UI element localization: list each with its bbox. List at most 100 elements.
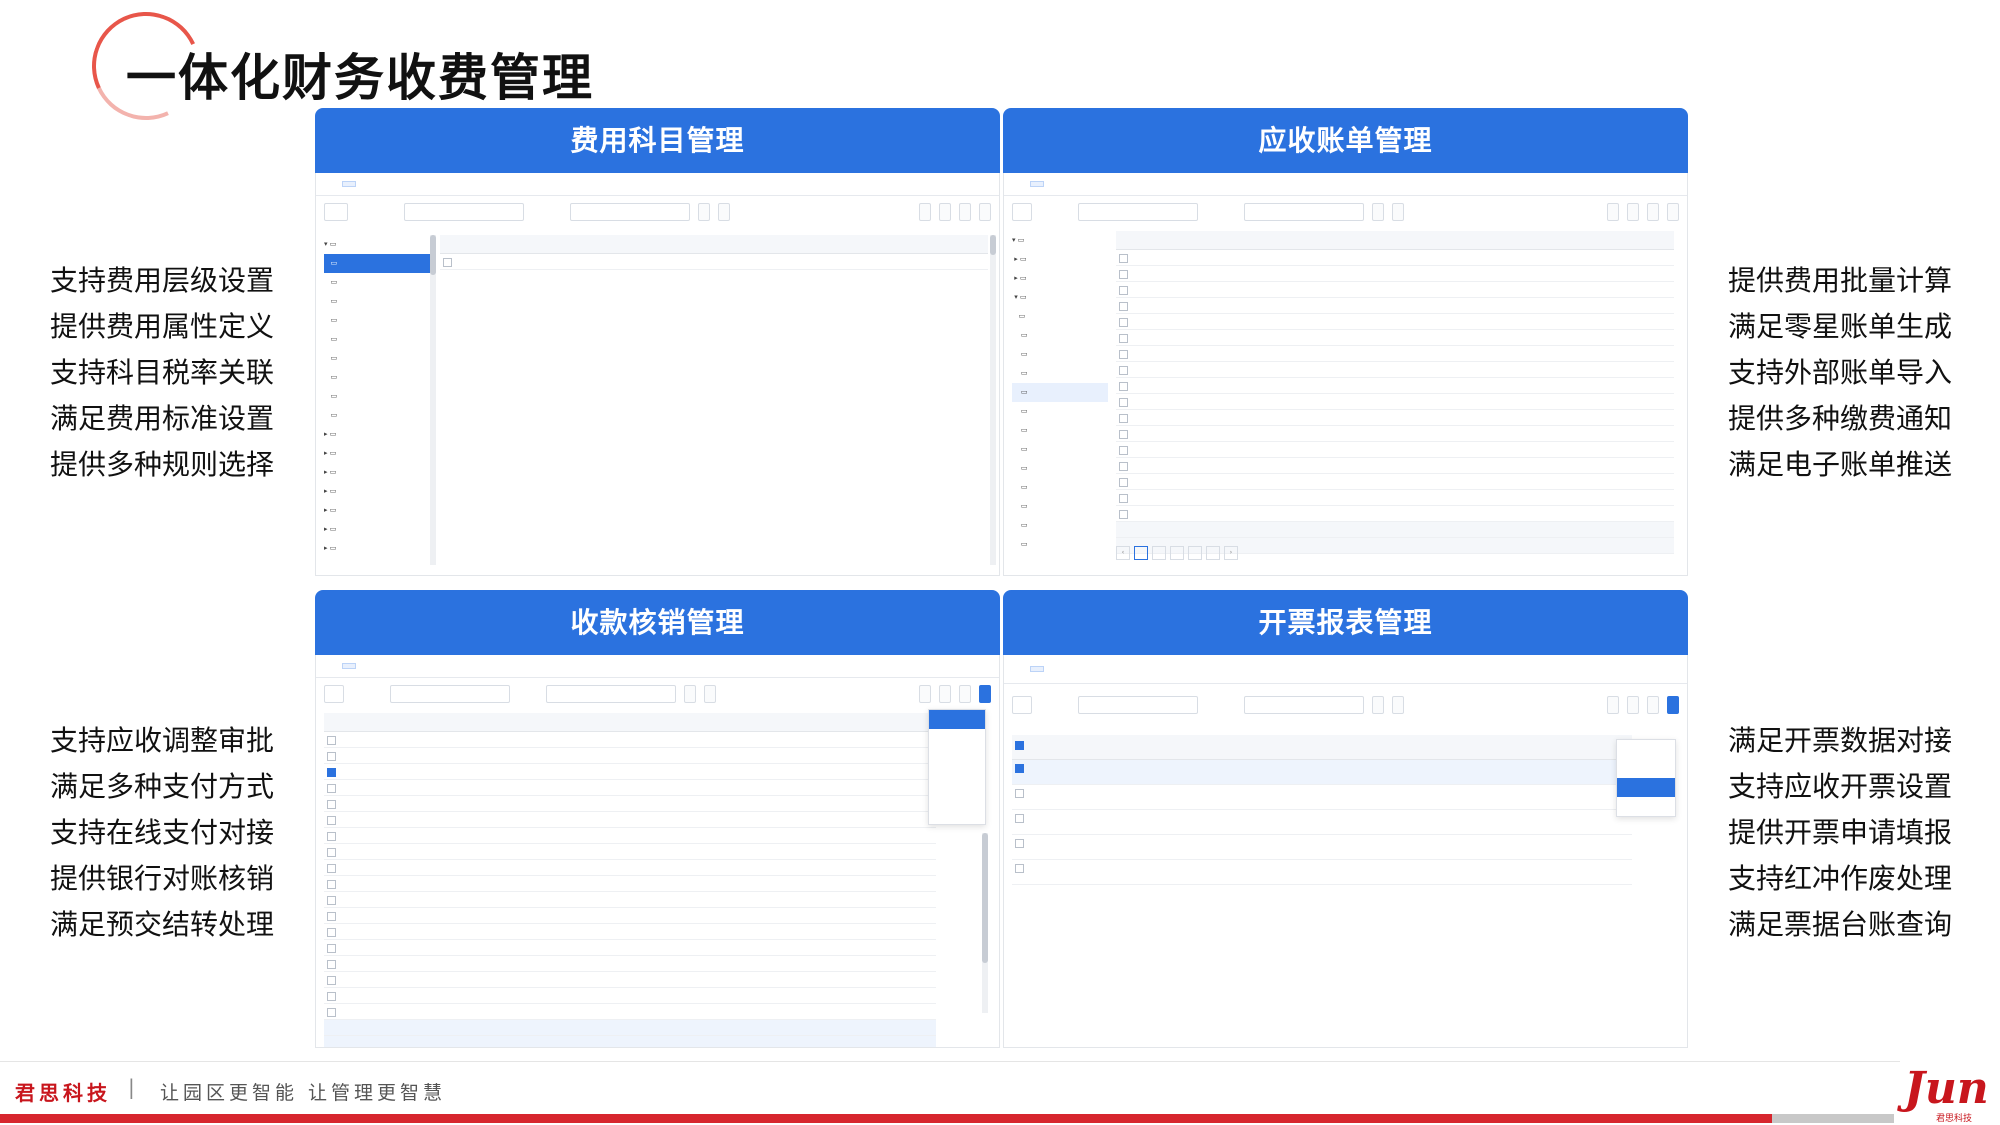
table-row[interactable] xyxy=(324,876,936,892)
filter-input[interactable] xyxy=(570,203,690,221)
table-scrollbar[interactable] xyxy=(982,833,988,1013)
tree-node[interactable]: ▸ ▭ xyxy=(324,463,430,482)
refresh-icon[interactable] xyxy=(1012,696,1032,714)
table-row[interactable] xyxy=(324,892,936,908)
table-row[interactable] xyxy=(1116,490,1674,506)
tree-node[interactable]: ▭ xyxy=(1012,516,1108,535)
actions-menu-button[interactable] xyxy=(1667,696,1679,714)
tree-node-selected[interactable]: ▭ xyxy=(324,254,430,273)
tab-home[interactable] xyxy=(1012,182,1024,186)
table-row[interactable] xyxy=(324,796,936,812)
reset-button[interactable] xyxy=(1392,696,1404,714)
dropdown-item[interactable] xyxy=(929,805,985,824)
tree-node[interactable]: ▭ xyxy=(1012,326,1108,345)
table-row[interactable] xyxy=(1012,810,1632,835)
table-row[interactable] xyxy=(1116,346,1674,362)
tab-active[interactable] xyxy=(1030,181,1044,187)
table-row[interactable] xyxy=(1116,426,1674,442)
tree-node[interactable]: ▸ ▭ xyxy=(324,520,430,539)
refresh-icon[interactable] xyxy=(324,685,344,703)
table-row[interactable] xyxy=(1012,785,1632,810)
table-row[interactable] xyxy=(1116,250,1674,266)
page-button[interactable] xyxy=(1134,546,1148,560)
table-row[interactable] xyxy=(324,828,936,844)
dropdown-item[interactable] xyxy=(929,710,985,729)
table-row[interactable] xyxy=(324,764,936,780)
next-page-button[interactable]: › xyxy=(1224,546,1238,560)
tree-node[interactable]: ▾ ▭ xyxy=(1012,288,1108,307)
table-row[interactable] xyxy=(324,940,936,956)
edit-button[interactable] xyxy=(939,203,951,221)
table-row[interactable] xyxy=(324,860,936,876)
delete-button[interactable] xyxy=(959,685,971,703)
tab-active[interactable] xyxy=(1030,666,1044,672)
dropdown-item[interactable] xyxy=(1617,778,1675,797)
tab-active[interactable] xyxy=(342,663,356,669)
table-row[interactable] xyxy=(324,1004,936,1020)
filter-input[interactable] xyxy=(1244,203,1364,221)
table-row[interactable] xyxy=(324,748,936,764)
tree-node[interactable]: ▭ xyxy=(1012,307,1108,326)
dropdown-item[interactable] xyxy=(929,786,985,805)
tree-node[interactable]: ▭ xyxy=(1012,402,1108,421)
tree-node[interactable]: ▭ xyxy=(324,273,430,292)
table-row[interactable] xyxy=(1012,835,1632,860)
refresh-icon[interactable] xyxy=(1012,203,1032,221)
date-range-input[interactable] xyxy=(1244,696,1364,714)
table-row[interactable] xyxy=(324,812,936,828)
edit-button[interactable] xyxy=(1627,696,1639,714)
tree-node[interactable]: ▭ xyxy=(1012,345,1108,364)
tree-node[interactable]: ▭ xyxy=(324,387,430,406)
table-row[interactable] xyxy=(1116,410,1674,426)
table-row[interactable] xyxy=(1116,442,1674,458)
tree-node[interactable]: ▾ ▭ xyxy=(1012,231,1108,250)
tree-node[interactable]: ▭ xyxy=(1012,421,1108,440)
reset-button[interactable] xyxy=(718,203,730,221)
delete-button[interactable] xyxy=(959,203,971,221)
delete-button[interactable] xyxy=(1647,203,1659,221)
tree-node[interactable]: ▸ ▭ xyxy=(324,444,430,463)
actions-menu-button[interactable] xyxy=(979,685,991,703)
filter-input[interactable] xyxy=(1078,696,1198,714)
page-button[interactable] xyxy=(1170,546,1184,560)
tree-scrollbar[interactable] xyxy=(430,235,436,565)
tree-node[interactable]: ▸ ▭ xyxy=(1012,269,1108,288)
table-row[interactable] xyxy=(324,844,936,860)
filter-input[interactable] xyxy=(404,203,524,221)
page-button[interactable] xyxy=(1188,546,1202,560)
dropdown-item[interactable] xyxy=(1617,759,1675,778)
table-row[interactable] xyxy=(1116,266,1674,282)
table-row[interactable] xyxy=(324,972,936,988)
prev-page-button[interactable]: ‹ xyxy=(1116,546,1130,560)
tree-node[interactable]: ▭ xyxy=(1012,383,1108,402)
tree-node[interactable]: ▸ ▭ xyxy=(324,482,430,501)
dropdown-item[interactable] xyxy=(929,748,985,767)
dropdown-item[interactable] xyxy=(929,729,985,748)
tab-home[interactable] xyxy=(1012,667,1024,671)
table-row[interactable] xyxy=(324,924,936,940)
table-row[interactable] xyxy=(1116,362,1674,378)
table-row[interactable] xyxy=(1012,860,1632,885)
tab-home[interactable] xyxy=(324,664,336,668)
table-row[interactable] xyxy=(324,732,936,748)
tab-home[interactable] xyxy=(324,182,336,186)
tree-node[interactable]: ▭ xyxy=(1012,535,1108,554)
tree-node[interactable]: ▭ xyxy=(324,368,430,387)
table-row[interactable] xyxy=(1116,458,1674,474)
filter-input[interactable] xyxy=(390,685,510,703)
table-row[interactable] xyxy=(1116,298,1674,314)
table-row[interactable] xyxy=(1116,330,1674,346)
add-button[interactable] xyxy=(919,685,931,703)
tree-node[interactable]: ▸ ▭ xyxy=(1012,250,1108,269)
tree-node[interactable]: ▭ xyxy=(1012,459,1108,478)
refresh-icon[interactable] xyxy=(324,203,348,221)
tree-node[interactable]: ▭ xyxy=(1012,364,1108,383)
search-button[interactable] xyxy=(684,685,696,703)
reset-button[interactable] xyxy=(704,685,716,703)
apply-button[interactable] xyxy=(1607,696,1619,714)
search-button[interactable] xyxy=(1372,203,1384,221)
tree-node[interactable]: ▭ xyxy=(324,406,430,425)
table-row[interactable] xyxy=(1116,314,1674,330)
search-button[interactable] xyxy=(698,203,710,221)
tree-node[interactable]: ▭ xyxy=(324,330,430,349)
